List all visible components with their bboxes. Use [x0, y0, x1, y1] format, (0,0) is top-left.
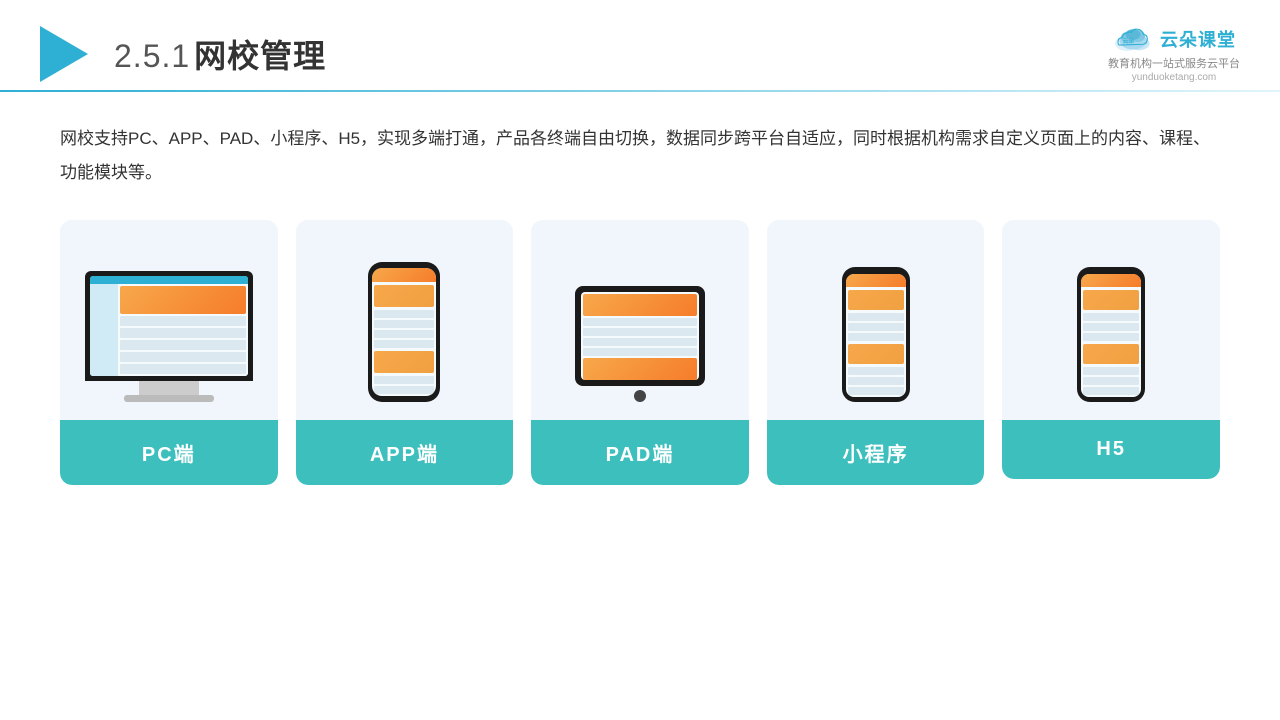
h5-row [1083, 377, 1139, 385]
brand-url: yunduoketang.com [1132, 72, 1217, 83]
monitor-sidebar [90, 284, 118, 376]
desktop-mockup [85, 271, 253, 402]
monitor-row [120, 328, 246, 338]
h5-phone-frame [1077, 267, 1145, 402]
miniapp-row [848, 313, 904, 321]
logo-triangle-icon [40, 26, 88, 82]
pad-image-area [531, 220, 749, 420]
miniapp-phone-topbar [846, 274, 906, 287]
description-text: 网校支持PC、APP、PAD、小程序、H5，实现多端打通，产品各终端自由切换，数… [60, 122, 1220, 190]
h5-phone-screen [1081, 274, 1141, 397]
app-phone-topbar [372, 268, 436, 282]
tablet-banner2 [583, 358, 697, 380]
monitor-row [120, 364, 246, 374]
app-card: APP端 [296, 220, 514, 485]
app-phone-frame [368, 262, 440, 402]
monitor-stand [139, 381, 199, 395]
phone-banner2 [374, 351, 434, 373]
phone-row [374, 310, 434, 318]
content-area: 网校支持PC、APP、PAD、小程序、H5，实现多端打通，产品各终端自由切换，数… [0, 92, 1280, 505]
tablet-home-button [634, 390, 646, 402]
phone-row [374, 386, 434, 394]
page-title: 2.5.1网校管理 [114, 31, 326, 77]
miniapp-phone-screen [846, 274, 906, 397]
miniapp-row [848, 377, 904, 385]
cloud-icon: 云朵 [1112, 25, 1154, 53]
h5-label: H5 [1002, 420, 1220, 479]
h5-row [1083, 323, 1139, 331]
pc-image-area [60, 220, 278, 420]
miniapp-banner [848, 290, 904, 310]
phone-row [374, 320, 434, 328]
monitor-frame [85, 271, 253, 381]
tablet-screen [581, 292, 699, 380]
header: 2.5.1网校管理 云朵 云朵课堂 教育机构一站式服务云平台 yunduoket… [0, 0, 1280, 90]
header-right: 云朵 云朵课堂 教育机构一站式服务云平台 yunduoketang.com [1108, 25, 1240, 83]
page-title-num: 2.5.1 [114, 38, 190, 74]
h5-row [1083, 367, 1139, 375]
monitor-row [120, 340, 246, 350]
monitor-row [120, 352, 246, 362]
h5-row [1083, 313, 1139, 321]
phone-row [374, 330, 434, 338]
h5-image-area [1002, 220, 1220, 420]
brand-logo: 云朵 云朵课堂 [1112, 25, 1236, 53]
pad-card: PAD端 [531, 220, 749, 485]
monitor-banner [120, 286, 246, 314]
tablet-row [583, 338, 697, 346]
monitor-topbar [90, 276, 248, 284]
h5-phone-topbar [1081, 274, 1141, 287]
svg-text:云朵: 云朵 [1123, 38, 1135, 45]
monitor-screen [90, 276, 248, 376]
phone-row [374, 376, 434, 384]
miniapp-row [848, 333, 904, 341]
cards-row: PC端 [60, 220, 1220, 485]
app-phone-mockup [368, 262, 440, 402]
pc-card: PC端 [60, 220, 278, 485]
tablet-frame [575, 286, 705, 386]
miniapp-label: 小程序 [767, 420, 985, 485]
miniapp-phone-mockup [842, 267, 910, 402]
h5-phone-content [1081, 287, 1141, 397]
tablet-row [583, 328, 697, 336]
pc-label: PC端 [60, 420, 278, 485]
header-left: 2.5.1网校管理 [40, 26, 326, 82]
miniapp-phone-notch [865, 267, 887, 272]
miniapp-phone-frame [842, 267, 910, 402]
h5-card: H5 [1002, 220, 1220, 479]
tablet-row [583, 348, 697, 356]
h5-phone-mockup [1077, 267, 1145, 402]
h5-banner2 [1083, 344, 1139, 364]
h5-row [1083, 387, 1139, 395]
miniapp-row [848, 323, 904, 331]
phone-banner [374, 285, 434, 307]
phone-row [374, 340, 434, 348]
pad-label: PAD端 [531, 420, 749, 485]
monitor-base [124, 395, 214, 402]
tablet-mockup [575, 286, 705, 402]
page-title-text: 网校管理 [194, 38, 326, 74]
miniapp-row [848, 367, 904, 375]
monitor-main [118, 284, 248, 376]
app-label: APP端 [296, 420, 514, 485]
phone-notch [392, 262, 416, 268]
h5-phone-notch [1100, 267, 1122, 272]
monitor-content [90, 284, 248, 376]
h5-banner [1083, 290, 1139, 310]
app-phone-content [372, 282, 436, 396]
miniapp-row [848, 387, 904, 395]
app-image-area [296, 220, 514, 420]
miniapp-image-area [767, 220, 985, 420]
miniapp-phone-content [846, 287, 906, 397]
h5-row [1083, 333, 1139, 341]
brand-name: 云朵课堂 [1160, 26, 1236, 52]
tablet-content [581, 292, 699, 380]
app-phone-screen [372, 268, 436, 396]
miniapp-card: 小程序 [767, 220, 985, 485]
brand-tagline: 教育机构一站式服务云平台 [1108, 55, 1240, 71]
miniapp-banner2 [848, 344, 904, 364]
tablet-row [583, 318, 697, 326]
monitor-row [120, 316, 246, 326]
tablet-banner [583, 294, 697, 316]
